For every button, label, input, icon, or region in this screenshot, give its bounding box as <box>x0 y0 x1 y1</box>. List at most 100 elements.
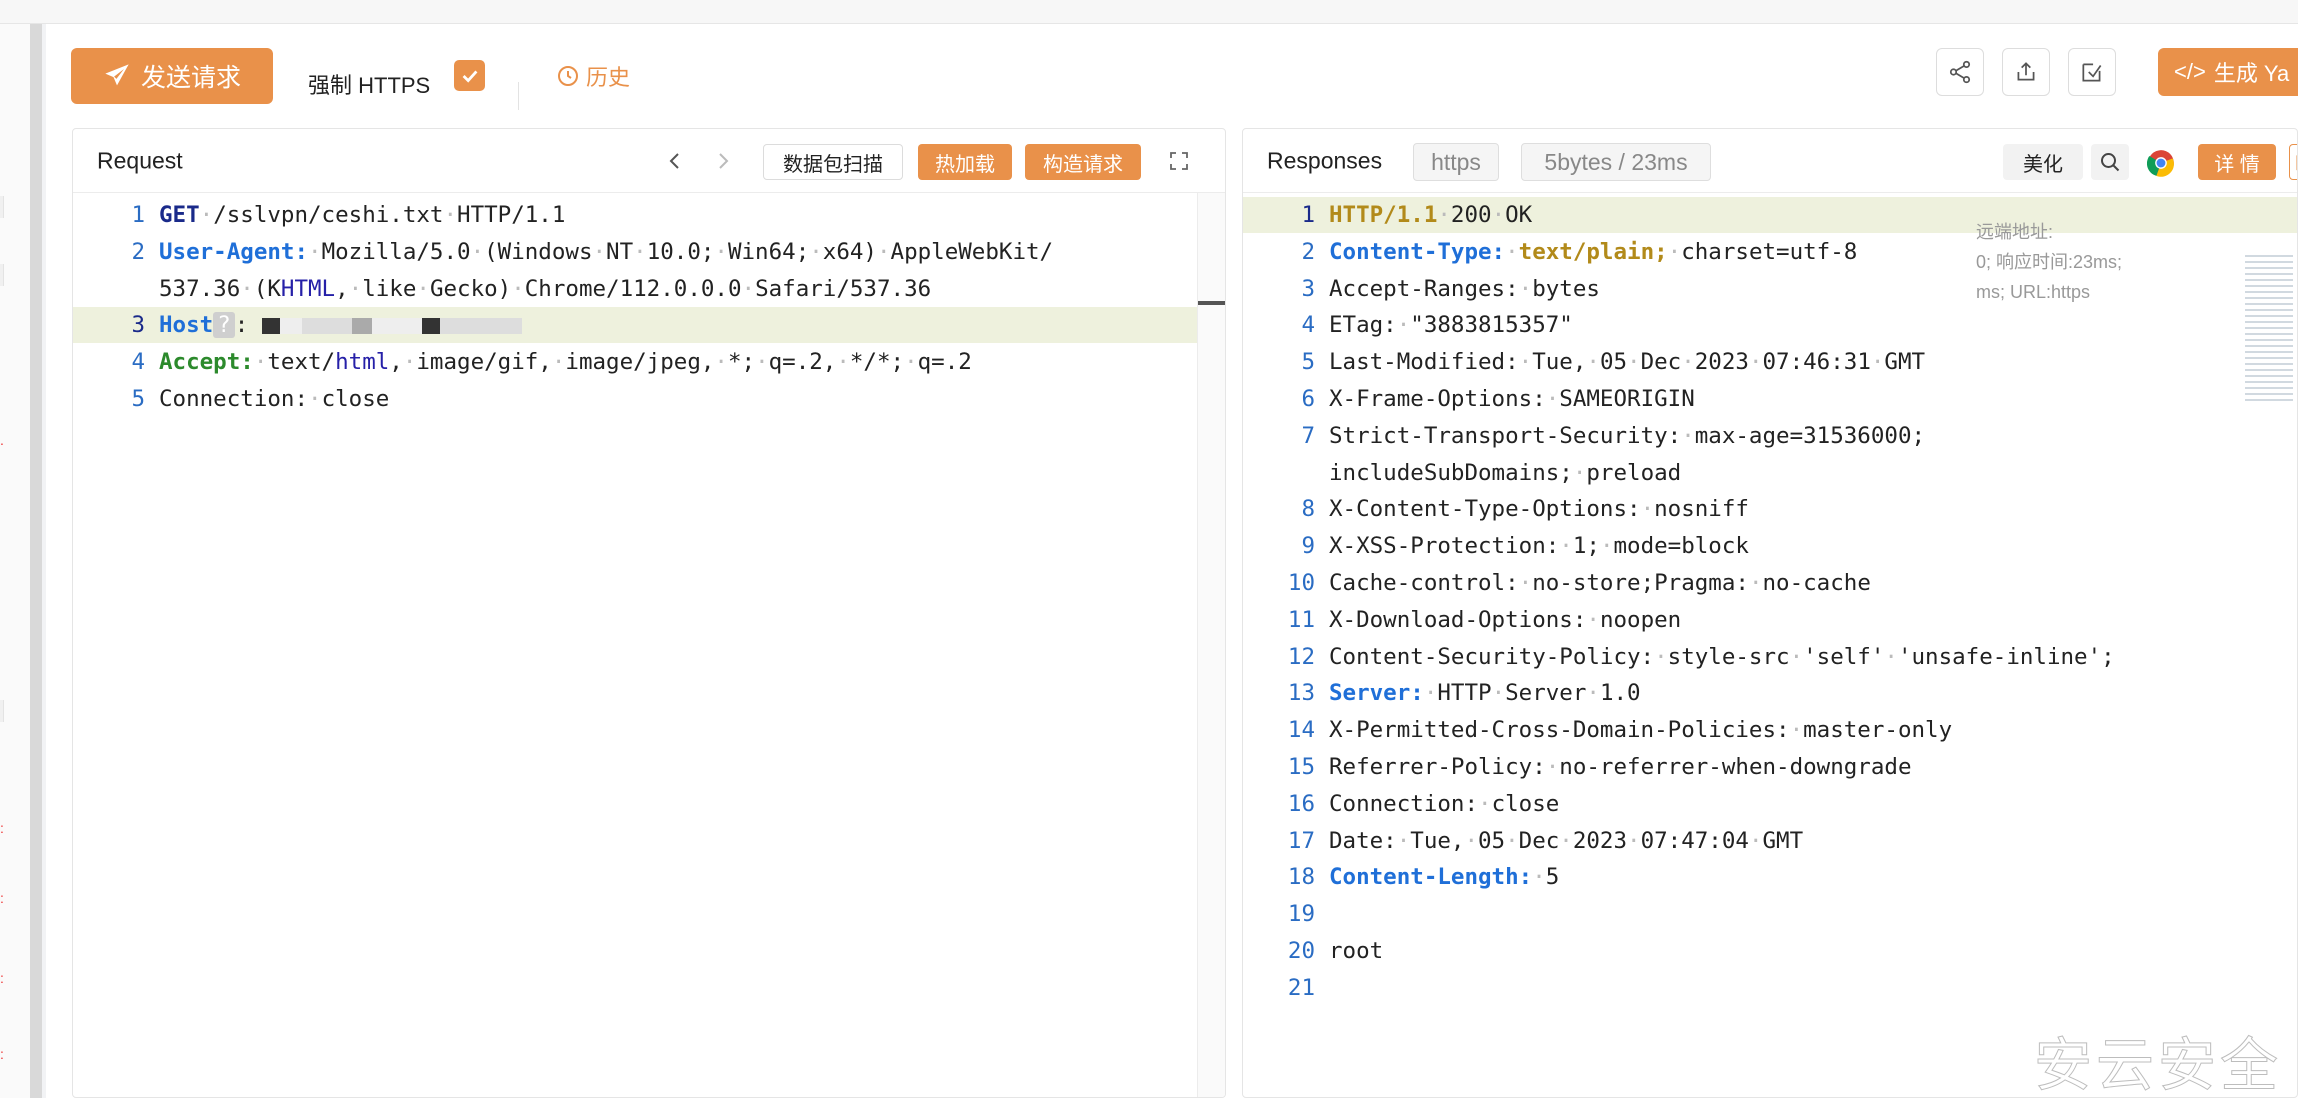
code-line[interactable]: 5 Connection:·close <box>73 381 1225 417</box>
import-button[interactable] <box>2068 48 2116 96</box>
request-editor[interactable]: 1 GET·/sslvpn/ceshi.txt·HTTP/1.1 2 User-Age… <box>73 193 1225 1097</box>
force-https-label: 强制 HTTPS <box>308 73 431 98</box>
request-header: Request 数据包扫描 热加载 构造请求 <box>73 129 1225 193</box>
line-number: 13 <box>1287 680 1315 707</box>
generate-yaml-button[interactable]: </> 生成 Ya <box>2158 48 2298 96</box>
line-number: 14 <box>1287 717 1315 744</box>
tooltip-line: ms; URL:https <box>1976 282 2091 302</box>
code-text: X-Frame-Options:·SAMEORIGIN <box>1329 386 1695 412</box>
code-text: Referrer-Policy:·no-referrer-when-downgr… <box>1329 754 1912 780</box>
code-line[interactable]: 1 GET·/sslvpn/ceshi.txt·HTTP/1.1 <box>73 197 1225 233</box>
request-panel: Request 数据包扫描 热加载 构造请求 1 GET·/sslvpn/cesh… <box>72 128 1226 1098</box>
export-button[interactable] <box>2002 48 2050 96</box>
hot-load-button[interactable]: 热加载 <box>918 144 1012 180</box>
tooltip-line: 远端地址: <box>1976 222 2054 242</box>
response-title: Responses <box>1267 147 1383 174</box>
code-line[interactable]: includeSubDomains;·preload <box>1243 455 2297 491</box>
code-line[interactable]: 15 Referrer-Policy:·no-referrer-when-down… <box>1243 749 2297 785</box>
code-text: HTTP/1.1·200·OK <box>1329 202 1533 228</box>
code-text: GET·/sslvpn/ceshi.txt·HTTP/1.1 <box>159 202 566 228</box>
line-number: 21 <box>1287 974 1315 1001</box>
code-text: Date:·Tue,·05·Dec·2023·07:47:04·GMT <box>1329 827 1804 854</box>
line-number: 4 <box>131 349 145 376</box>
code-text: Content-Security-Policy:·style-src·'self… <box>1329 643 2115 670</box>
code-line[interactable]: 7 Strict-Transport-Security:·max-age=3153… <box>1243 418 2297 454</box>
toolbar-divider <box>518 82 519 110</box>
code-line[interactable]: 6 X-Frame-Options:·SAMEORIGIN <box>1243 381 2297 417</box>
code-text: Last-Modified:·Tue,·05·Dec·2023·07:46:31… <box>1329 349 1926 376</box>
share-button[interactable] <box>1936 48 1984 96</box>
window-top-strip <box>0 0 2298 24</box>
line-number: 3 <box>1301 275 1315 302</box>
code-line[interactable]: 9 X-XSS-Protection:·1;·mode=block <box>1243 528 2297 564</box>
code-line[interactable]: 18 Content-Length:·5 <box>1243 859 2297 895</box>
code-line[interactable]: 4 Accept:·text/html,·image/gif,·image/jpe… <box>73 344 1225 380</box>
chevron-left-icon[interactable] <box>663 149 687 173</box>
code-text: Content-Type:·text/plain;·charset=utf-8 <box>1329 238 1858 265</box>
packet-scan-button[interactable]: 数据包扫描 <box>763 144 903 180</box>
force-https-checkbox[interactable] <box>454 60 485 91</box>
response-editor[interactable]: 1 HTTP/1.1·200·OK 2 Content-Type:·text/plai… <box>1243 193 2297 1097</box>
tooltip-line: 0; 响应时间:23ms; <box>1976 252 2123 272</box>
line-number: 18 <box>1287 864 1315 891</box>
code-line[interactable]: 10 Cache-control:·no-store;Pragma:·no-cac… <box>1243 565 2297 601</box>
stats-tag: 5bytes / 23ms <box>1521 143 1711 181</box>
code-line[interactable]: 13 Server:·HTTP·Server·1.0 <box>1243 675 2297 711</box>
beautify-button[interactable]: 美化 <box>2003 144 2083 180</box>
code-icon: </> <box>2174 59 2206 84</box>
left-scrollbar[interactable] <box>30 24 42 1098</box>
code-line[interactable]: 11 X-Download-Options:·noopen <box>1243 602 2297 638</box>
code-line[interactable]: 2 User-Agent:·Mozilla/5.0·(Windows·NT·10.… <box>73 234 1225 270</box>
code-line[interactable]: 12 Content-Security-Policy:·style-src·'se… <box>1243 639 2297 675</box>
code-line[interactable]: 16 Connection:·close <box>1243 786 2297 822</box>
redacted-host <box>261 317 522 334</box>
chrome-icon[interactable] <box>2147 149 2175 177</box>
build-request-button[interactable]: 构造请求 <box>1025 144 1141 180</box>
code-line[interactable]: 3 Host?: <box>73 307 1197 344</box>
code-text: X-Permitted-Cross-Domain-Policies:·maste… <box>1329 717 1953 744</box>
line-number: 15 <box>1287 754 1315 780</box>
code-line[interactable]: 14 X-Permitted-Cross-Domain-Policies:·mas… <box>1243 712 2297 748</box>
code-line[interactable]: 19 <box>1243 896 2297 932</box>
check-icon <box>462 69 477 83</box>
code-line[interactable]: 17 Date:·Tue,·05·Dec·2023·07:47:04·GMT <box>1243 823 2297 859</box>
code-line[interactable]: 4 ETag:·"3883815357" <box>1243 307 2297 343</box>
code-text: root <box>1329 938 1384 964</box>
code-line[interactable]: 8 X-Content-Type-Options:·nosniff <box>1243 491 2297 527</box>
comment-icon <box>2296 155 2297 171</box>
fullscreen-icon[interactable] <box>1167 149 1191 173</box>
search-button[interactable] <box>2091 144 2129 180</box>
line-number: 5 <box>131 386 145 412</box>
code-line[interactable]: 537.36·(KHTML,·like·Gecko)·Chrome/112.0.… <box>73 271 1225 307</box>
detail-button[interactable]: 详 情 <box>2198 144 2276 180</box>
send-request-label: 发送请求 <box>140 64 241 92</box>
code-text: Accept-Ranges:·bytes <box>1329 275 1600 302</box>
code-text: Host?: <box>159 307 522 343</box>
line-number: 4 <box>1301 312 1315 339</box>
code-text: X-Download-Options:·noopen <box>1329 606 1682 633</box>
clock-icon <box>558 66 578 86</box>
code-line[interactable]: 5 Last-Modified:·Tue,·05·Dec·2023·07:46:3… <box>1243 344 2297 380</box>
code-text: User-Agent:·Mozilla/5.0·(Windows·NT·10.0… <box>159 238 1054 265</box>
request-scroll-marker <box>1198 301 1225 305</box>
response-header: Responses https 5bytes / 23ms 美化 详 情 <box>1243 129 2297 193</box>
request-scrollbar[interactable] <box>1197 193 1225 1097</box>
line-number: 12 <box>1287 643 1315 670</box>
history-button[interactable]: 历史 <box>556 60 630 92</box>
code-text: Strict-Transport-Security:·max-age=31536… <box>1329 422 1926 449</box>
code-text: Server:·HTTP·Server·1.0 <box>1329 680 1641 707</box>
comment-button[interactable] <box>2289 144 2297 180</box>
send-request-button[interactable]: 发送请求 <box>71 48 273 104</box>
code-text: Content-Length:·5 <box>1329 864 1560 891</box>
protocol-tag: https <box>1413 143 1499 181</box>
search-icon <box>2101 153 2120 172</box>
chevron-right-icon[interactable] <box>711 149 735 173</box>
share-icon <box>1949 60 1971 84</box>
history-label: 历史 <box>586 65 631 90</box>
code-line[interactable]: 20 root <box>1243 933 2297 969</box>
line-number: 8 <box>1301 496 1315 523</box>
line-number: 11 <box>1287 606 1315 633</box>
code-line[interactable]: 21 <box>1243 970 2297 1006</box>
code-text: X-XSS-Protection:·1;·mode=block <box>1329 533 1749 560</box>
code-text: Cache-control:·no-store;Pragma:·no-cache <box>1329 570 1871 596</box>
